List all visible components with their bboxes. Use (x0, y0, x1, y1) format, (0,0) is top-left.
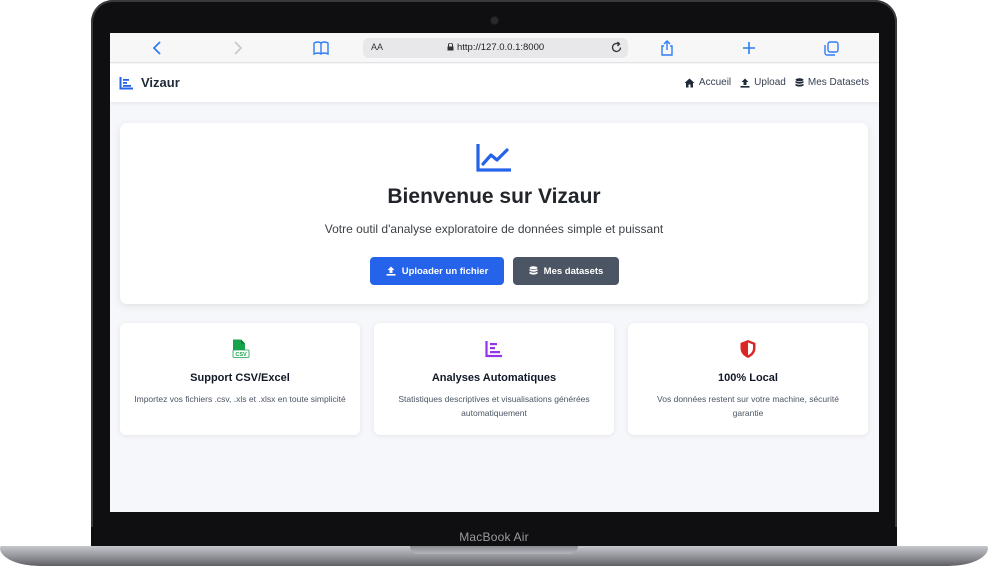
my-datasets-button-label: Mes datasets (543, 265, 604, 277)
share-icon[interactable] (658, 39, 676, 57)
home-icon (684, 78, 695, 87)
feature-title: Analyses Automatiques (431, 372, 557, 384)
nav-link-datasets[interactable]: Mes Datasets (795, 77, 869, 88)
feature-description: Importez vos fichiers .csv, .xls et .xls… (134, 394, 346, 404)
hero-card: Bienvenue sur Vizaur Votre outil d'analy… (120, 123, 868, 304)
nav-link-label: Accueil (698, 77, 732, 88)
upload-file-button-label: Uploader un fichier (401, 265, 489, 277)
screen: AA http://127.0.0.1:8000 Vizaur Accueil … (110, 33, 879, 512)
feature-card-local: 100% Local Vos données restent sur votre… (628, 323, 868, 435)
tabs-overview-icon[interactable] (822, 39, 840, 57)
brand[interactable]: Vizaur (119, 75, 180, 90)
file-csv-icon: CSV (232, 339, 250, 358)
address-bar[interactable]: AA http://127.0.0.1:8000 (363, 38, 628, 58)
hero-subtitle: Votre outil d'analyse exploratoire de do… (324, 222, 664, 236)
feature-card-analyses: Analyses Automatiques Statistiques descr… (374, 323, 614, 435)
app-navbar: Vizaur Accueil Upload Mes Datasets (110, 64, 879, 102)
chart-line-icon (476, 144, 511, 172)
nav-link-label: Upload (754, 77, 786, 88)
new-tab-icon[interactable] (740, 39, 758, 57)
shield-icon (740, 340, 756, 358)
feature-title: 100% Local (718, 372, 778, 384)
feature-description: Vos données restent sur votre machine, s… (657, 394, 839, 418)
database-icon (795, 77, 804, 87)
brand-chart-icon (119, 76, 133, 89)
laptop-notch (410, 546, 578, 554)
chart-bar-icon (485, 341, 502, 358)
nav-link-accueil[interactable]: Accueil (684, 77, 731, 88)
back-icon[interactable] (148, 39, 166, 57)
device-label: MacBook Air (459, 530, 529, 544)
bookmarks-icon[interactable] (312, 39, 330, 57)
feature-title: Support CSV/Excel (190, 372, 290, 384)
feature-card-csv: CSV Support CSV/Excel Importez vos fichi… (120, 323, 360, 435)
text-size-button[interactable]: AA (371, 42, 383, 52)
nav-link-label: Mes Datasets (807, 77, 869, 88)
browser-toolbar: AA http://127.0.0.1:8000 (110, 33, 879, 63)
forward-icon[interactable] (229, 39, 247, 57)
hero-title: Bienvenue sur Vizaur (387, 185, 601, 208)
camera (491, 17, 498, 24)
feature-description: Statistiques descriptives et visualisati… (398, 394, 590, 418)
lock-icon (447, 43, 454, 51)
upload-file-button[interactable]: Uploader un fichier (370, 257, 504, 285)
upload-icon (386, 266, 396, 276)
nav-link-upload[interactable]: Upload (740, 77, 786, 88)
brand-name: Vizaur (141, 75, 180, 90)
reload-icon[interactable] (610, 41, 623, 54)
my-datasets-button[interactable]: Mes datasets (513, 257, 619, 285)
svg-text:CSV: CSV (235, 352, 247, 358)
database-icon (529, 266, 538, 275)
upload-icon (740, 78, 750, 88)
nav-links: Accueil Upload Mes Datasets (684, 77, 869, 88)
url-text[interactable]: http://127.0.0.1:8000 (457, 42, 544, 53)
